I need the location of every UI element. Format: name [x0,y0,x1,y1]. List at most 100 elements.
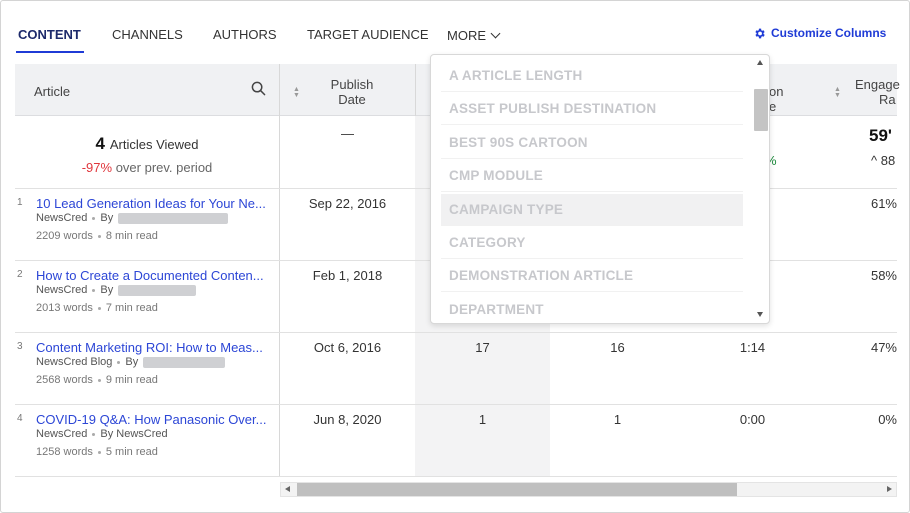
article-word-count: 2209 words [36,230,93,242]
article-read-time: 9 min read [105,374,158,386]
dropdown-item-article-length[interactable]: A ARTICLE LENGTH [441,60,743,92]
separator-dot [97,306,101,310]
column-header-engagement-rate[interactable]: Engage Ra [855,77,900,107]
tab-channels[interactable]: CHANNELS [112,27,183,42]
separator-dot [92,432,96,436]
article-source: NewsCred [36,212,88,224]
dropdown-item-cmp-module[interactable]: CMP MODULE [441,160,743,192]
summary-count: 4 [95,134,105,153]
tab-content[interactable]: CONTENT [18,27,81,42]
engagement-rate-cell: 0% [878,412,897,427]
chevron-down-icon [490,28,501,39]
article-source-line: NewsCred By [36,212,229,224]
sort-publish-icon[interactable]: ▲ ▼ [293,86,300,99]
article-source-line: NewsCred By [36,284,197,296]
separator-dot [117,360,121,364]
article-author-label: By [125,356,139,368]
summary-engagement-change: ^ 88 [871,153,896,168]
dropdown-item-department[interactable]: DEPARTMENT [441,294,743,323]
analytics-panel: CONTENT CHANNELS AUTHORS TARGET AUDIENCE… [0,0,910,513]
article-stats-line: 2568 words 9 min read [36,374,158,386]
article-title-link[interactable]: How to Create a Documented Conten... [36,268,271,283]
horizontal-scroll-thumb[interactable] [297,483,737,496]
article-stats-line: 2209 words 8 min read [36,230,158,242]
article-source: NewsCred [36,284,88,296]
column-header-publish-date[interactable]: Publish Date [311,77,393,107]
row-divider [15,476,897,477]
separator-dot [92,216,96,220]
article-source-line: NewsCred By NewsCred [36,428,168,440]
dropdown-item-campaign-type[interactable]: CAMPAIGN TYPE [441,194,743,226]
dropdown-scroll-down-icon[interactable] [757,312,763,317]
engagement-rate-cell: 61% [870,196,897,211]
article-source-line: NewsCred Blog By [36,356,226,368]
dropdown-item-best-90s-cartoon[interactable]: BEST 90S CARTOON [441,127,743,159]
customize-columns-button[interactable]: Customize Columns [753,26,886,40]
separator-dot [97,234,101,238]
dropdown-item-demonstration-article[interactable]: DEMONSTRATION ARTICLE [441,260,743,292]
active-tab-indicator [16,51,84,53]
publish-header-line2: Date [338,92,366,107]
engage-header-line2: Ra [879,92,896,107]
article-title-link[interactable]: Content Marketing ROI: How to Meas... [36,340,271,355]
article-author-label: By [100,212,114,224]
article-read-time: 8 min read [105,230,158,242]
engagement-rate-cell: 47% [870,340,897,355]
publish-date-cell: Oct 6, 2016 [313,340,382,355]
scroll-left-icon[interactable] [285,486,290,492]
tab-more[interactable]: MORE [447,28,501,43]
article-source: NewsCred [36,428,88,440]
metric-cell: 1 [478,412,487,427]
article-stats-line: 1258 words 5 min read [36,446,158,458]
duration-cell: 0:00 [739,412,766,427]
article-title-link[interactable]: 10 Lead Generation Ideas for Your Ne... [36,196,271,211]
tab-authors[interactable]: AUTHORS [213,27,277,42]
duration-header-line2: e [769,99,777,114]
gear-icon [755,28,765,38]
redacted-author [143,356,226,368]
dropdown-scroll-thumb[interactable] [754,89,768,131]
separator-dot [92,288,96,292]
tab-target-audience[interactable]: TARGET AUDIENCE [307,27,429,42]
dropdown-item-category[interactable]: CATEGORY [441,227,743,259]
article-author: By NewsCred [100,428,168,440]
metric-cell: 16 [610,340,625,355]
duration-header-line1: on [769,84,784,99]
article-stats-line: 2013 words 7 min read [36,302,158,314]
dropdown-item-asset-publish-destination[interactable]: ASSET PUBLISH DESTINATION [441,93,743,125]
summary-label: Articles Viewed [109,137,199,152]
row-divider [15,332,897,333]
row-number: 2 [17,269,23,280]
summary-articles-viewed: 4 Articles Viewed [15,134,279,154]
article-word-count: 2568 words [36,374,93,386]
search-icon[interactable] [251,81,266,96]
dropdown-scroll-up-icon[interactable] [757,60,763,65]
row-number: 1 [17,197,23,208]
article-title-link[interactable]: COVID-19 Q&A: How Panasonic Over... [36,412,271,427]
sort-engagement-icon[interactable]: ▲ ▼ [834,86,841,99]
article-word-count: 1258 words [36,446,93,458]
scroll-right-icon[interactable] [887,486,892,492]
row-number: 3 [17,341,23,352]
article-author-label: By [100,284,114,296]
article-read-time: 5 min read [105,446,158,458]
tab-more-label: MORE [447,28,486,43]
column-divider [415,64,416,116]
redacted-author [118,284,197,296]
redacted-author [118,212,229,224]
article-source: NewsCred Blog [36,356,113,368]
summary-change-suffix: over prev. period [115,160,213,175]
article-word-count: 2013 words [36,302,93,314]
engage-header-line1: Engage [855,77,900,92]
separator-dot [97,378,101,382]
summary-change-value: -97% [81,160,113,175]
summary-engagement-rate: 59' [869,126,892,145]
column-header-article[interactable]: Article [34,84,70,99]
summary-publish-dash: — [341,126,354,141]
row-divider [15,404,897,405]
article-read-time: 7 min read [105,302,158,314]
engagement-rate-cell: 58% [870,268,897,283]
column-header-duration-partial[interactable]: on e [769,84,783,114]
publish-date-cell: Sep 22, 2016 [308,196,387,211]
customize-columns-label: Customize Columns [771,26,887,40]
